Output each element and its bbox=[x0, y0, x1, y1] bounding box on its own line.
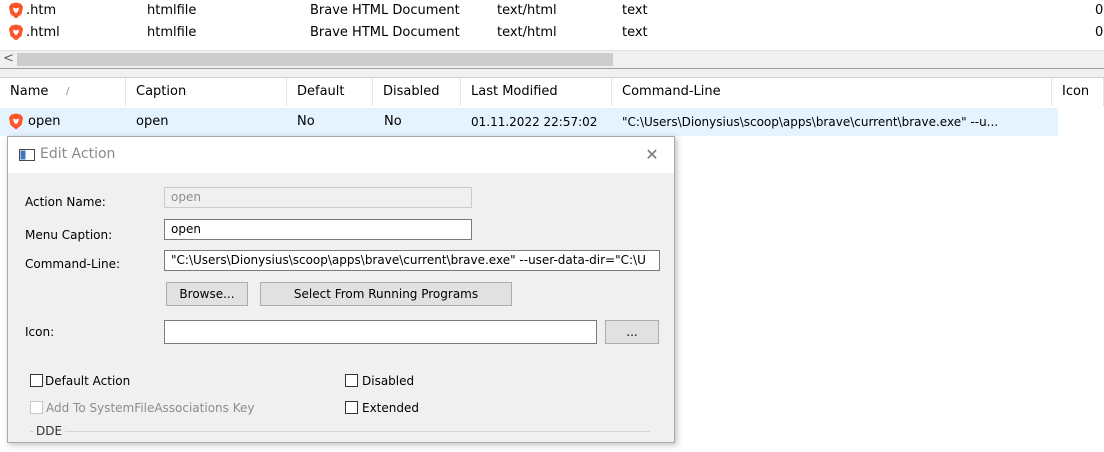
window-icon bbox=[19, 149, 35, 161]
add-sfa-label: Add To SystemFileAssociations Key bbox=[46, 401, 255, 415]
trailing-value: 0 bbox=[1095, 25, 1104, 40]
extended-label: Extended bbox=[362, 401, 419, 415]
brave-icon bbox=[9, 2, 23, 19]
action-name-field[interactable]: open bbox=[164, 187, 472, 208]
disabled-label: Disabled bbox=[362, 374, 415, 388]
extension: .htm bbox=[26, 3, 57, 18]
command-line-label: Command-Line: bbox=[25, 257, 121, 271]
perceived-type: text bbox=[622, 3, 648, 18]
brave-icon bbox=[9, 24, 23, 41]
action-last-modified: 01.11.2022 22:57:02 bbox=[471, 115, 598, 129]
horizontal-scrollbar[interactable]: < bbox=[0, 50, 1104, 68]
add-sfa-checkbox bbox=[30, 401, 43, 414]
dialog-title-bar[interactable]: Edit Action ✕ bbox=[8, 137, 674, 173]
dde-groupbox bbox=[30, 431, 650, 452]
scroll-left-icon[interactable]: < bbox=[0, 51, 17, 68]
action-disabled: No bbox=[384, 114, 402, 129]
sort-icon: / bbox=[66, 86, 70, 97]
list-item[interactable]: .htm htmlfile Brave HTML Document text/h… bbox=[0, 0, 1104, 22]
browse-button[interactable]: Browse... bbox=[166, 282, 248, 306]
command-line-field[interactable]: "C:\Users\Dionysius\scoop\apps\brave\cur… bbox=[164, 250, 660, 271]
default-action-checkbox[interactable] bbox=[30, 374, 43, 387]
dde-group-label: DDE bbox=[33, 424, 66, 438]
action-default: No bbox=[297, 114, 315, 129]
pane-splitter[interactable] bbox=[0, 68, 1104, 78]
description: Brave HTML Document bbox=[310, 25, 460, 40]
content-type: text/html bbox=[497, 3, 557, 18]
edit-action-dialog: Edit Action ✕ Action Name: open Menu Cap… bbox=[7, 136, 675, 443]
column-header-last-modified[interactable]: Last Modified bbox=[461, 78, 612, 106]
column-header-default[interactable]: Default bbox=[287, 78, 373, 106]
actions-list-header: Name / Caption Default Disabled Last Mod… bbox=[0, 78, 1104, 106]
menu-caption-field[interactable]: open bbox=[164, 219, 472, 240]
select-running-programs-button[interactable]: Select From Running Programs bbox=[260, 282, 512, 306]
column-header-caption[interactable]: Caption bbox=[126, 78, 287, 106]
file-types-list: .htm htmlfile Brave HTML Document text/h… bbox=[0, 0, 1104, 50]
description: Brave HTML Document bbox=[310, 3, 460, 18]
icon-field[interactable] bbox=[164, 320, 597, 344]
scrollbar-thumb[interactable] bbox=[17, 53, 613, 66]
table-row[interactable]: open open No No 01.11.2022 22:57:02 "C:\… bbox=[0, 108, 1058, 136]
file-type: htmlfile bbox=[147, 25, 197, 40]
content-type: text/html bbox=[497, 25, 557, 40]
column-label: Name bbox=[10, 84, 49, 99]
column-header-disabled[interactable]: Disabled bbox=[373, 78, 461, 106]
dialog-title: Edit Action bbox=[40, 146, 116, 162]
action-name-label: Action Name: bbox=[25, 195, 106, 209]
extension: .html bbox=[26, 25, 60, 40]
disabled-checkbox[interactable] bbox=[345, 374, 358, 387]
close-icon[interactable]: ✕ bbox=[638, 143, 666, 167]
brave-icon bbox=[9, 113, 23, 130]
default-action-label: Default Action bbox=[45, 374, 131, 388]
extended-checkbox[interactable] bbox=[345, 401, 358, 414]
column-header-icon[interactable]: Icon bbox=[1052, 78, 1104, 106]
action-caption: open bbox=[136, 114, 169, 129]
icon-label: Icon: bbox=[25, 325, 55, 339]
action-command-line: "C:\Users\Dionysius\scoop\apps\brave\cur… bbox=[622, 115, 999, 129]
column-header-command-line[interactable]: Command-Line bbox=[612, 78, 1052, 106]
column-header-name[interactable]: Name / bbox=[0, 78, 126, 106]
perceived-type: text bbox=[622, 25, 648, 40]
file-type: htmlfile bbox=[147, 3, 197, 18]
list-item[interactable]: .html htmlfile Brave HTML Document text/… bbox=[0, 22, 1104, 44]
menu-caption-label: Menu Caption: bbox=[25, 228, 113, 242]
icon-browse-button[interactable]: ... bbox=[605, 320, 659, 344]
action-name: open bbox=[28, 114, 61, 129]
trailing-value: 0 bbox=[1095, 3, 1104, 18]
